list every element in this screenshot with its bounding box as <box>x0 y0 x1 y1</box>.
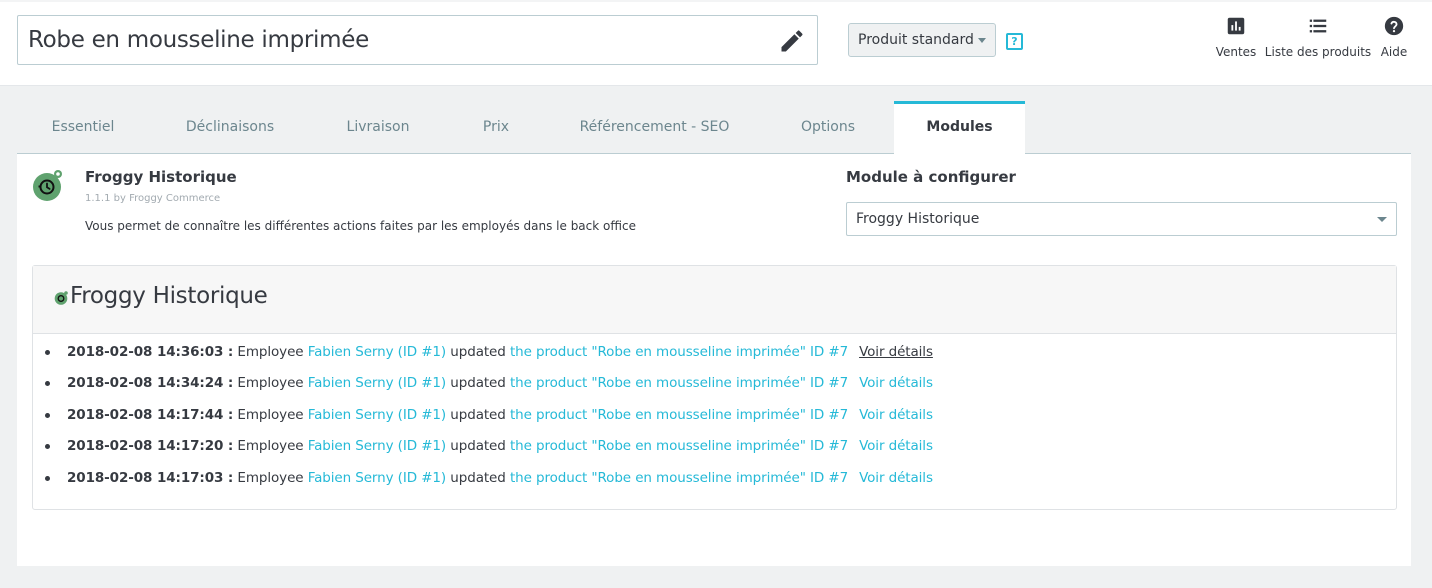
voir-details-link[interactable]: Voir détails <box>859 407 933 423</box>
product-type-label: Produit standard <box>858 32 974 48</box>
product-type-help-icon[interactable]: ? <box>1006 33 1023 50</box>
chevron-down-icon <box>978 38 986 43</box>
entry-employee-link[interactable]: Fabien Serny (ID #1) <box>308 470 447 486</box>
entry-employee-prefix: Employee <box>237 438 304 454</box>
ventes-button[interactable]: Ventes <box>1212 15 1260 59</box>
modules-panel: Froggy Historique 1.1.1 by Froggy Commer… <box>17 154 1411 566</box>
entry-action: updated <box>450 470 506 486</box>
froggy-small-icon <box>54 291 68 305</box>
entry-employee-link[interactable]: Fabien Serny (ID #1) <box>308 344 447 360</box>
entry-target-link[interactable]: the product "Robe en mousseline imprimée… <box>510 438 848 454</box>
history-card: Froggy Historique 2018-02-08 14:36:03 : … <box>32 265 1397 510</box>
product-header: Robe en mousseline imprimée Produit stan… <box>0 0 1432 86</box>
entry-timestamp: 2018-02-08 14:34:24 : <box>67 375 234 391</box>
entry-target-link[interactable]: the product "Robe en mousseline imprimée… <box>510 344 848 360</box>
entry-timestamp: 2018-02-08 14:17:44 : <box>67 407 234 423</box>
entry-timestamp: 2018-02-08 14:17:03 : <box>67 470 234 486</box>
product-type-dropdown[interactable]: Produit standard <box>848 23 996 57</box>
entry-employee-link[interactable]: Fabien Serny (ID #1) <box>308 407 447 423</box>
help-label: Aide <box>1380 45 1408 59</box>
entry-action: updated <box>450 438 506 454</box>
voir-details-link[interactable]: Voir détails <box>859 470 933 486</box>
tab-modules[interactable]: Modules <box>894 101 1025 155</box>
voir-details-link[interactable]: Voir détails <box>859 375 933 391</box>
entry-employee-prefix: Employee <box>237 407 304 423</box>
entry-timestamp: 2018-02-08 14:36:03 : <box>67 344 234 360</box>
entry-target-link[interactable]: the product "Robe en mousseline imprimée… <box>510 375 848 391</box>
entry-action: updated <box>450 407 506 423</box>
module-config-selected: Froggy Historique <box>856 211 980 227</box>
tab-essentiel[interactable]: Essentiel <box>17 101 149 154</box>
bar-chart-icon <box>1227 17 1245 35</box>
tab-livraison[interactable]: Livraison <box>311 101 445 154</box>
help-button[interactable]: Aide <box>1376 15 1412 59</box>
entry-target-link[interactable]: the product "Robe en mousseline imprimée… <box>510 407 848 423</box>
bullet <box>45 350 50 355</box>
product-name-input[interactable]: Robe en mousseline imprimée <box>28 25 369 55</box>
pencil-icon[interactable] <box>778 27 806 55</box>
chevron-down-icon <box>1377 217 1387 222</box>
entry-timestamp: 2018-02-08 14:17:20 : <box>67 438 234 454</box>
froggy-module-logo-icon <box>33 170 62 201</box>
tab-referencement-seo[interactable]: Référencement - SEO <box>547 101 762 154</box>
help-circle-icon <box>1384 16 1404 36</box>
bullet <box>45 413 50 418</box>
history-card-header: Froggy Historique <box>33 266 1396 334</box>
entry-employee-prefix: Employee <box>237 470 304 486</box>
entry-action: updated <box>450 375 506 391</box>
bullet <box>45 381 50 386</box>
bullet <box>45 476 50 481</box>
product-name-field[interactable]: Robe en mousseline imprimée <box>17 15 818 65</box>
entry-action: updated <box>450 344 506 360</box>
voir-details-link[interactable]: Voir détails <box>859 438 933 454</box>
tab-declinaisons[interactable]: Déclinaisons <box>149 101 311 154</box>
ventes-label: Ventes <box>1215 45 1257 59</box>
entry-target-link[interactable]: the product "Robe en mousseline imprimée… <box>510 470 848 486</box>
tab-prix[interactable]: Prix <box>445 101 547 154</box>
tab-options[interactable]: Options <box>762 101 894 154</box>
module-version: 1.1.1 by Froggy Commerce <box>85 193 221 204</box>
module-config-label: Module à configurer <box>846 168 1016 186</box>
product-list-label: Liste des produits <box>1264 45 1372 59</box>
entry-employee-link[interactable]: Fabien Serny (ID #1) <box>308 438 447 454</box>
module-description: Vous permet de connaître les différentes… <box>85 219 636 233</box>
history-title: Froggy Historique <box>70 283 268 309</box>
product-list-button[interactable]: Liste des produits <box>1262 15 1374 59</box>
entry-employee-link[interactable]: Fabien Serny (ID #1) <box>308 375 447 391</box>
list-icon <box>1309 19 1327 33</box>
entry-employee-prefix: Employee <box>237 375 304 391</box>
entry-employee-prefix: Employee <box>237 344 304 360</box>
voir-details-link[interactable]: Voir détails <box>859 344 933 360</box>
product-tabs: Essentiel Déclinaisons Livraison Prix Ré… <box>17 101 1411 155</box>
module-name: Froggy Historique <box>85 168 237 186</box>
bullet <box>45 444 50 449</box>
module-config-select[interactable]: Froggy Historique <box>846 202 1397 236</box>
